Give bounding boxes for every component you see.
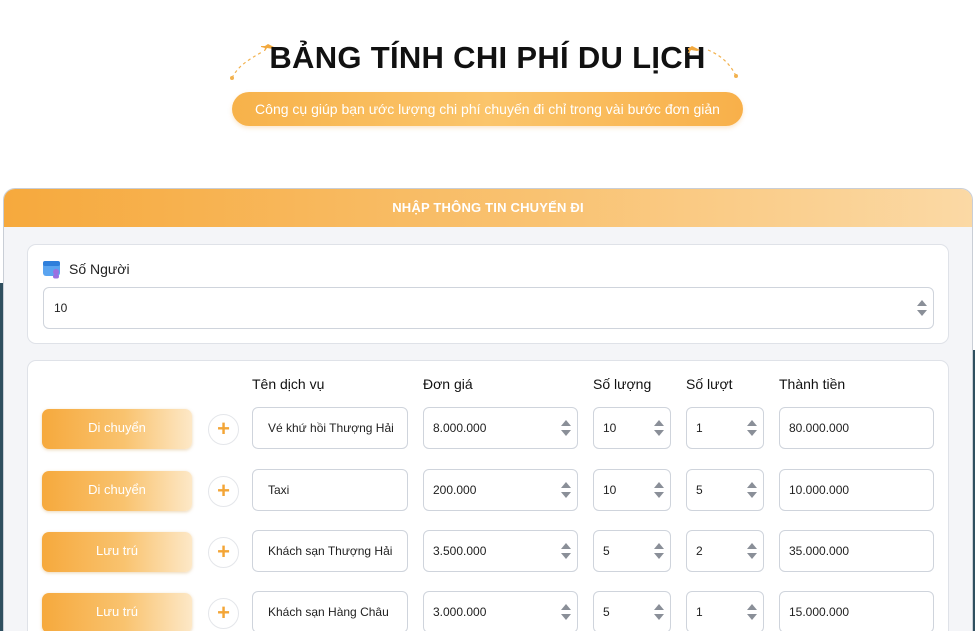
total-field[interactable]: 35.000.000 <box>779 530 934 572</box>
category-button[interactable]: Lưu trú <box>42 593 192 631</box>
spinner-icon[interactable] <box>561 420 571 436</box>
total-field[interactable]: 80.000.000 <box>779 407 934 449</box>
service-name-value: Khách sạn Hàng Châu <box>268 605 389 619</box>
price-value: 8.000.000 <box>433 421 487 435</box>
quantity-input[interactable]: 5 <box>593 530 671 572</box>
quantity-input[interactable]: 5 <box>593 591 671 631</box>
spinner-icon[interactable] <box>561 543 571 559</box>
page-title: BẢNG TÍNH CHI PHÍ DU LỊCH <box>269 40 706 75</box>
trips-input[interactable]: 5 <box>686 469 764 511</box>
quantity-value: 10 <box>603 421 617 435</box>
quantity-value: 5 <box>603 544 610 558</box>
spinner-icon[interactable] <box>654 543 664 559</box>
people-label: Số Người <box>42 259 130 279</box>
spinner-icon[interactable] <box>917 300 927 316</box>
total-value: 15.000.000 <box>789 605 850 619</box>
add-service-button[interactable]: + <box>208 414 239 445</box>
service-name-input[interactable]: Vé khứ hồi Thượng Hải <box>252 407 408 449</box>
plane-right-icon <box>688 40 744 82</box>
price-input[interactable]: 8.000.000 <box>423 407 578 449</box>
spinner-icon[interactable] <box>654 482 664 498</box>
trips-value: 5 <box>696 483 703 497</box>
page-header: BẢNG TÍNH CHI PHÍ DU LỊCH Công cụ giúp b… <box>0 0 975 170</box>
total-field[interactable]: 15.000.000 <box>779 591 934 631</box>
quantity-value: 5 <box>603 605 610 619</box>
quantity-input[interactable]: 10 <box>593 407 671 449</box>
trips-value: 1 <box>696 605 703 619</box>
add-service-button[interactable]: + <box>208 476 239 507</box>
table-row: Di chuyển + Taxi 200.000 10 5 10.000.000 <box>28 469 950 513</box>
column-header-trips: Số lượt <box>686 376 733 392</box>
service-name-value: Taxi <box>268 483 290 497</box>
total-value: 80.000.000 <box>789 421 850 435</box>
trips-input[interactable]: 1 <box>686 407 764 449</box>
spinner-icon[interactable] <box>654 420 664 436</box>
table-row: Lưu trú + Khách sạn Thượng Hải 3.500.000… <box>28 530 950 574</box>
quantity-value: 10 <box>603 483 617 497</box>
trips-value: 2 <box>696 544 703 558</box>
category-button[interactable]: Di chuyển <box>42 471 192 511</box>
price-value: 200.000 <box>433 483 477 497</box>
table-row: Lưu trú + Khách sạn Hàng Châu 3.000.000 … <box>28 591 950 631</box>
service-name-input[interactable]: Khách sạn Thượng Hải <box>252 530 408 572</box>
category-button[interactable]: Di chuyển <box>42 409 192 449</box>
column-header-price: Đơn giá <box>423 376 473 392</box>
service-name-value: Khách sạn Thượng Hải <box>268 544 393 558</box>
category-button[interactable]: Lưu trú <box>42 532 192 572</box>
people-label-text: Số Người <box>69 261 130 277</box>
service-name-value: Vé khứ hồi Thượng Hải <box>268 421 394 435</box>
spinner-icon[interactable] <box>747 604 757 620</box>
spinner-icon[interactable] <box>747 420 757 436</box>
trips-input[interactable]: 1 <box>686 591 764 631</box>
price-value: 3.500.000 <box>433 544 487 558</box>
spinner-icon[interactable] <box>561 482 571 498</box>
subtitle-banner: Công cụ giúp bạn ước lượng chi phí chuyế… <box>232 92 743 126</box>
cost-table: Tên dịch vụ Đơn giá Số lượng Số lượt Thà… <box>27 360 949 631</box>
price-input[interactable]: 200.000 <box>423 469 578 511</box>
add-service-button[interactable]: + <box>208 537 239 568</box>
card-header: NHẬP THÔNG TIN CHUYẾN ĐI <box>4 189 972 227</box>
price-value: 3.000.000 <box>433 605 487 619</box>
total-value: 35.000.000 <box>789 544 850 558</box>
spinner-icon[interactable] <box>654 604 664 620</box>
spinner-icon[interactable] <box>747 482 757 498</box>
quantity-input[interactable]: 10 <box>593 469 671 511</box>
people-count-input[interactable]: 10 <box>43 287 934 329</box>
price-input[interactable]: 3.000.000 <box>423 591 578 631</box>
service-name-input[interactable]: Khách sạn Hàng Châu <box>252 591 408 631</box>
column-header-quantity: Số lượng <box>593 376 652 392</box>
spinner-icon[interactable] <box>747 543 757 559</box>
table-row: Di chuyển + Vé khứ hồi Thượng Hải 8.000.… <box>28 407 950 451</box>
total-value: 10.000.000 <box>789 483 850 497</box>
total-field[interactable]: 10.000.000 <box>779 469 934 511</box>
people-count-value: 10 <box>54 301 68 315</box>
column-header-total: Thành tiền <box>779 376 846 392</box>
add-service-button[interactable]: + <box>208 598 239 629</box>
service-name-input[interactable]: Taxi <box>252 469 408 511</box>
column-header-service: Tên dịch vụ <box>252 376 325 392</box>
trips-input[interactable]: 2 <box>686 530 764 572</box>
price-input[interactable]: 3.500.000 <box>423 530 578 572</box>
calendar-people-icon <box>42 259 62 279</box>
people-section: Số Người 10 <box>27 244 949 344</box>
spinner-icon[interactable] <box>561 604 571 620</box>
trip-input-card: NHẬP THÔNG TIN CHUYẾN ĐI Số Người 10 Tên… <box>3 188 973 631</box>
trips-value: 1 <box>696 421 703 435</box>
